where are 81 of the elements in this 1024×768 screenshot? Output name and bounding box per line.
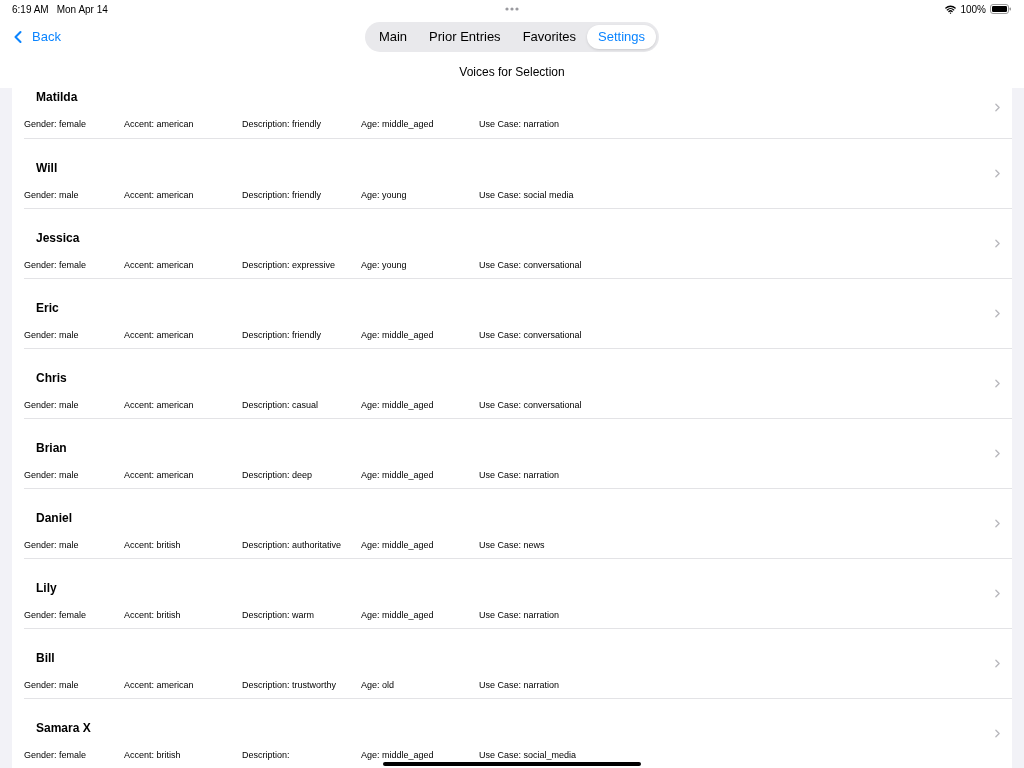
voice-row[interactable]: Bill Gender: male Accent: american Description: trustworthy Age: old Use Case: narration xyxy=(24,629,1012,699)
voice-attribute: Use Case: conversational xyxy=(479,329,583,342)
voice-row[interactable]: Will Gender: male Accent: american Description: friendly Age: young Use Case: social media xyxy=(24,139,1012,209)
voice-attribute: Accent: american xyxy=(124,399,195,412)
voice-attribute: Use Case: social_media xyxy=(479,749,578,762)
voice-attribute: Gender: male xyxy=(24,189,80,202)
voice-attribute: Use Case: narration xyxy=(479,469,561,482)
voice-name: Jessica xyxy=(36,230,80,247)
voice-name: Daniel xyxy=(36,510,72,527)
voice-attribute: Age: middle_aged xyxy=(361,749,435,762)
voice-name: Matilda xyxy=(36,89,78,106)
voice-attribute: Accent: american xyxy=(124,118,195,131)
back-button[interactable]: Back xyxy=(8,27,61,47)
voice-attribute: Gender: female xyxy=(24,749,88,762)
battery-percent: 100% xyxy=(960,2,986,17)
voice-row[interactable]: Eric Gender: male Accent: american Description: friendly Age: middle_aged Use Case: conversational xyxy=(24,279,1012,349)
battery-icon xyxy=(990,4,1012,14)
voice-name: Brian xyxy=(36,440,67,457)
voice-attribute: Accent: british xyxy=(124,749,182,762)
voice-attribute: Description: warm xyxy=(242,609,316,622)
voice-name: Eric xyxy=(36,300,59,317)
voice-row[interactable]: Jessica Gender: female Accent: american Description: expressive Age: young Use Case: conversational xyxy=(24,209,1012,279)
voice-attribute: Description: casual xyxy=(242,399,320,412)
voice-attribute: Age: middle_aged xyxy=(361,469,435,482)
voice-attribute: Use Case: narration xyxy=(479,609,561,622)
tab[interactable]: Main xyxy=(367,25,419,49)
voice-row[interactable]: Daniel Gender: male Accent: british Description: authoritative Age: middle_aged Use Case: news xyxy=(24,489,1012,559)
voice-attribute: Accent: american xyxy=(124,679,195,692)
voice-attribute: Age: young xyxy=(361,189,408,202)
voice-attribute: Age: middle_aged xyxy=(361,118,435,131)
voice-attribute: Age: old xyxy=(361,679,396,692)
voice-name: Samara X xyxy=(36,720,91,737)
voice-name: Bill xyxy=(36,650,55,667)
voice-attribute: Gender: male xyxy=(24,329,80,342)
voice-attribute: Description: friendly xyxy=(242,189,323,202)
voice-attribute: Age: middle_aged xyxy=(361,329,435,342)
voice-attribute: Gender: female xyxy=(24,609,88,622)
voice-attribute: Description: friendly xyxy=(242,118,323,131)
voice-attribute: Gender: female xyxy=(24,259,88,272)
voice-attribute: Description: trustworthy xyxy=(242,679,338,692)
voice-attribute: Accent: american xyxy=(124,259,195,272)
voice-row[interactable]: Chris Gender: male Accent: american Description: casual Age: middle_aged Use Case: conversational xyxy=(24,349,1012,419)
voice-attribute: Gender: male xyxy=(24,539,80,552)
voice-attribute: Use Case: conversational xyxy=(479,259,583,272)
page-title: Voices for Selection xyxy=(459,64,565,81)
voice-row[interactable]: Brian Gender: male Accent: american Description: deep Age: middle_aged Use Case: narration xyxy=(24,419,1012,489)
voice-row[interactable]: Matilda Gender: female Accent: american Description: friendly Age: middle_aged Use Case: narration xyxy=(24,88,1012,139)
voice-attribute: Accent: british xyxy=(124,609,182,622)
tab[interactable]: Favorites xyxy=(511,25,588,49)
voice-attribute: Use Case: narration xyxy=(479,679,561,692)
voice-attribute: Use Case: narration xyxy=(479,118,561,131)
voice-attribute: Gender: male xyxy=(24,469,80,482)
tab[interactable]: Settings xyxy=(587,25,657,49)
voice-attribute: Accent: american xyxy=(124,329,195,342)
voice-attribute: Description: xyxy=(242,749,291,762)
voice-name: Will xyxy=(36,160,58,177)
tab[interactable]: Prior Entries xyxy=(418,25,512,49)
more-dots-icon xyxy=(505,7,519,11)
voice-attribute: Use Case: conversational xyxy=(479,399,583,412)
voice-attribute: Description: friendly xyxy=(242,329,323,342)
voice-name: Chris xyxy=(36,370,67,387)
voice-attribute: Description: deep xyxy=(242,469,314,482)
voice-attribute: Age: middle_aged xyxy=(361,539,435,552)
voice-row[interactable]: Lily Gender: female Accent: british Description: warm Age: middle_aged Use Case: narration xyxy=(24,559,1012,629)
voice-attribute: Accent: american xyxy=(124,189,195,202)
voice-attribute: Accent: american xyxy=(124,469,195,482)
voice-attribute: Description: expressive xyxy=(242,259,337,272)
voice-attribute: Gender: male xyxy=(24,399,80,412)
voice-attribute: Age: middle_aged xyxy=(361,609,435,622)
voice-name: Lily xyxy=(36,580,57,597)
status-date: Mon Apr 14 xyxy=(56,2,108,17)
voice-attribute: Age: young xyxy=(361,259,408,272)
voice-attribute: Description: authoritative xyxy=(242,539,343,552)
wifi-icon xyxy=(945,3,957,15)
voice-attribute: Use Case: news xyxy=(479,539,546,552)
voice-attribute: Age: middle_aged xyxy=(361,399,435,412)
voice-attribute: Accent: british xyxy=(124,539,182,552)
status-time: 6:19 AM xyxy=(12,2,49,17)
voice-attribute: Gender: female xyxy=(24,118,88,131)
voice-attribute: Gender: male xyxy=(24,679,80,692)
voice-attribute: Use Case: social media xyxy=(479,189,575,202)
